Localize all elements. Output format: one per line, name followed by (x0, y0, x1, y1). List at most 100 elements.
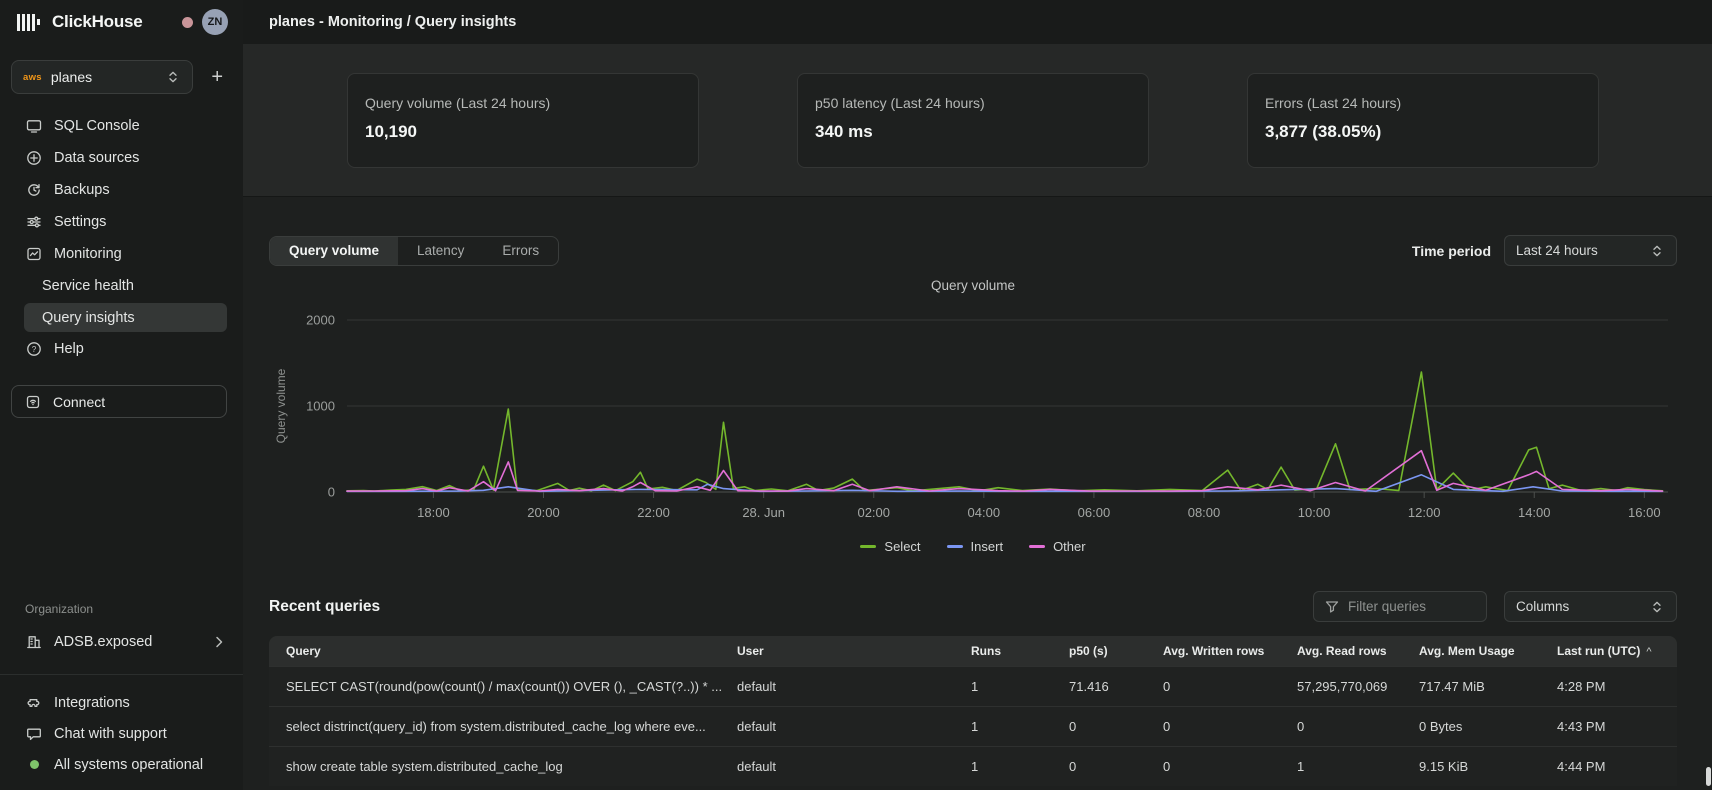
monitoring-icon (26, 246, 42, 262)
sidebar-item-monitoring[interactable]: Monitoring (0, 238, 243, 270)
top-bar: planes - Monitoring / Query insights (243, 0, 1712, 44)
table-row[interactable]: show create table system.distributed_cac… (269, 746, 1677, 786)
svg-text:10:00: 10:00 (1298, 505, 1331, 520)
service-selector-row: aws planes + (11, 60, 229, 94)
add-service-button[interactable]: + (205, 65, 229, 89)
recent-queries-table: QueryUserRunsp50 (s)Avg. Written rowsAvg… (269, 636, 1677, 786)
column-header-user[interactable]: User (737, 644, 971, 658)
time-period-value: Last 24 hours (1516, 243, 1598, 258)
clickhouse-logo-icon (17, 13, 40, 31)
breadcrumb-title: planes - Monitoring / Query insights (269, 14, 516, 30)
sidebar-item-label: Query insights (42, 310, 135, 326)
settings-icon (26, 214, 42, 230)
sidebar-item-integrations[interactable]: Integrations (0, 687, 243, 718)
footer-item-label: Integrations (54, 695, 130, 711)
column-header-query[interactable]: Query (269, 644, 737, 658)
column-header-p50-s[interactable]: p50 (s) (1069, 644, 1163, 658)
sidebar-item-chat-with-support[interactable]: Chat with support (0, 718, 243, 749)
svg-text:0: 0 (328, 485, 335, 500)
connect-icon (25, 394, 41, 410)
cell-runs: 1 (971, 759, 1069, 774)
time-period-label: Time period (1412, 243, 1491, 259)
sidebar-item-label: Data sources (54, 150, 139, 166)
sidebar-item-data-sources[interactable]: Data sources (0, 142, 243, 174)
content: Query volumeLatencyErrors Time period La… (243, 197, 1712, 790)
column-header-runs[interactable]: Runs (971, 644, 1069, 658)
service-selector[interactable]: aws planes (11, 60, 193, 94)
cell-avg-written-rows: 0 (1163, 759, 1297, 774)
stat-label: p50 latency (Last 24 hours) (815, 95, 1131, 111)
svg-text:16:00: 16:00 (1628, 505, 1661, 520)
svg-text:02:00: 02:00 (857, 505, 890, 520)
sidebar-item-sql-console[interactable]: SQL Console (0, 110, 243, 142)
sidebar-footer: Integrations Chat with support All systems… (0, 687, 243, 780)
help-icon: ? (26, 341, 42, 357)
sidebar-item-label: Help (54, 341, 84, 357)
table-row[interactable]: select distrinct(query_id) from system.d… (269, 706, 1677, 746)
aws-icon: aws (23, 72, 42, 83)
columns-select[interactable]: Columns (1504, 591, 1677, 622)
tab-query-volume[interactable]: Query volume (270, 237, 398, 265)
svg-text:2000: 2000 (306, 313, 335, 328)
svg-text:1000: 1000 (306, 399, 335, 414)
service-name: planes (51, 69, 156, 85)
table-row[interactable]: SELECT CAST(round(pow(count() / max(coun… (269, 666, 1677, 706)
cell-last-run-utc: 4:44 PM (1557, 759, 1677, 774)
connect-label: Connect (53, 394, 105, 410)
filter-queries-input[interactable] (1348, 599, 1458, 614)
cell-user: default (737, 759, 971, 774)
columns-label: Columns (1516, 599, 1569, 614)
tab-latency[interactable]: Latency (398, 237, 483, 265)
cell-query: SELECT CAST(round(pow(count() / max(coun… (269, 679, 737, 694)
cell-avg-read-rows: 0 (1297, 719, 1419, 734)
chevron-up-down-icon (1649, 599, 1665, 615)
sidebar-item-label: Backups (54, 182, 110, 198)
legend-swatch (947, 545, 963, 548)
building-icon (26, 634, 42, 650)
sidebar-item-organization[interactable]: ADSB.exposed (0, 626, 243, 658)
sidebar-item-all-systems-operational[interactable]: All systems operational (0, 749, 243, 780)
svg-text:12:00: 12:00 (1408, 505, 1441, 520)
column-header-avg-mem-usage[interactable]: Avg. Mem Usage (1419, 644, 1557, 658)
recent-queries-header: Recent queries Columns (269, 591, 1677, 622)
legend-item-select[interactable]: Select (860, 539, 920, 554)
legend-label: Other (1053, 539, 1086, 554)
column-header-avg-written-rows[interactable]: Avg. Written rows (1163, 644, 1297, 658)
cell-avg-mem-usage: 0 Bytes (1419, 719, 1557, 734)
sidebar-item-backups[interactable]: Backups (0, 174, 243, 206)
chat-icon (26, 726, 42, 742)
cell-last-run-utc: 4:43 PM (1557, 719, 1677, 734)
cell-avg-read-rows: 1 (1297, 759, 1419, 774)
legend-swatch (1029, 545, 1045, 548)
legend-item-other[interactable]: Other (1029, 539, 1086, 554)
connect-button[interactable]: Connect (11, 385, 227, 418)
legend-item-insert[interactable]: Insert (947, 539, 1004, 554)
svg-text:20:00: 20:00 (527, 505, 560, 520)
time-period-select[interactable]: Last 24 hours (1504, 235, 1677, 266)
backups-icon (26, 182, 42, 198)
chart-controls: Query volumeLatencyErrors Time period La… (269, 235, 1677, 266)
svg-text:18:00: 18:00 (417, 505, 450, 520)
sidebar-nav: SQL Console Data sources Backups SettingsMo… (0, 110, 243, 365)
tab-errors[interactable]: Errors (483, 237, 558, 265)
column-header-avg-read-rows[interactable]: Avg. Read rows (1297, 644, 1419, 658)
cell-query: select distrinct(query_id) from system.d… (269, 719, 737, 734)
sidebar-item-query-insights[interactable]: Query insights (24, 303, 227, 332)
column-header-last-run-utc[interactable]: Last run (UTC)^ (1557, 644, 1677, 658)
table-header-row: QueryUserRunsp50 (s)Avg. Written rowsAvg… (269, 636, 1677, 666)
svg-text:?: ? (32, 345, 37, 354)
footer-item-label: Chat with support (54, 726, 167, 742)
notification-dot-icon[interactable] (182, 17, 193, 28)
user-avatar[interactable]: ZN (202, 9, 228, 35)
stat-card-p50-latency: p50 latency (Last 24 hours)340 ms (797, 73, 1149, 168)
sidebar-item-settings[interactable]: Settings (0, 206, 243, 238)
sidebar-item-help[interactable]: ? Help (0, 333, 243, 365)
integrations-icon (26, 695, 42, 711)
chart-legend: Select Insert Other (269, 539, 1677, 554)
scrollbar-thumb[interactable] (1706, 767, 1711, 786)
svg-text:04:00: 04:00 (968, 505, 1001, 520)
chevron-up-down-icon (1649, 243, 1665, 259)
recent-queries-title: Recent queries (269, 598, 380, 616)
svg-text:22:00: 22:00 (637, 505, 670, 520)
sidebar-item-service-health[interactable]: Service health (0, 270, 243, 302)
